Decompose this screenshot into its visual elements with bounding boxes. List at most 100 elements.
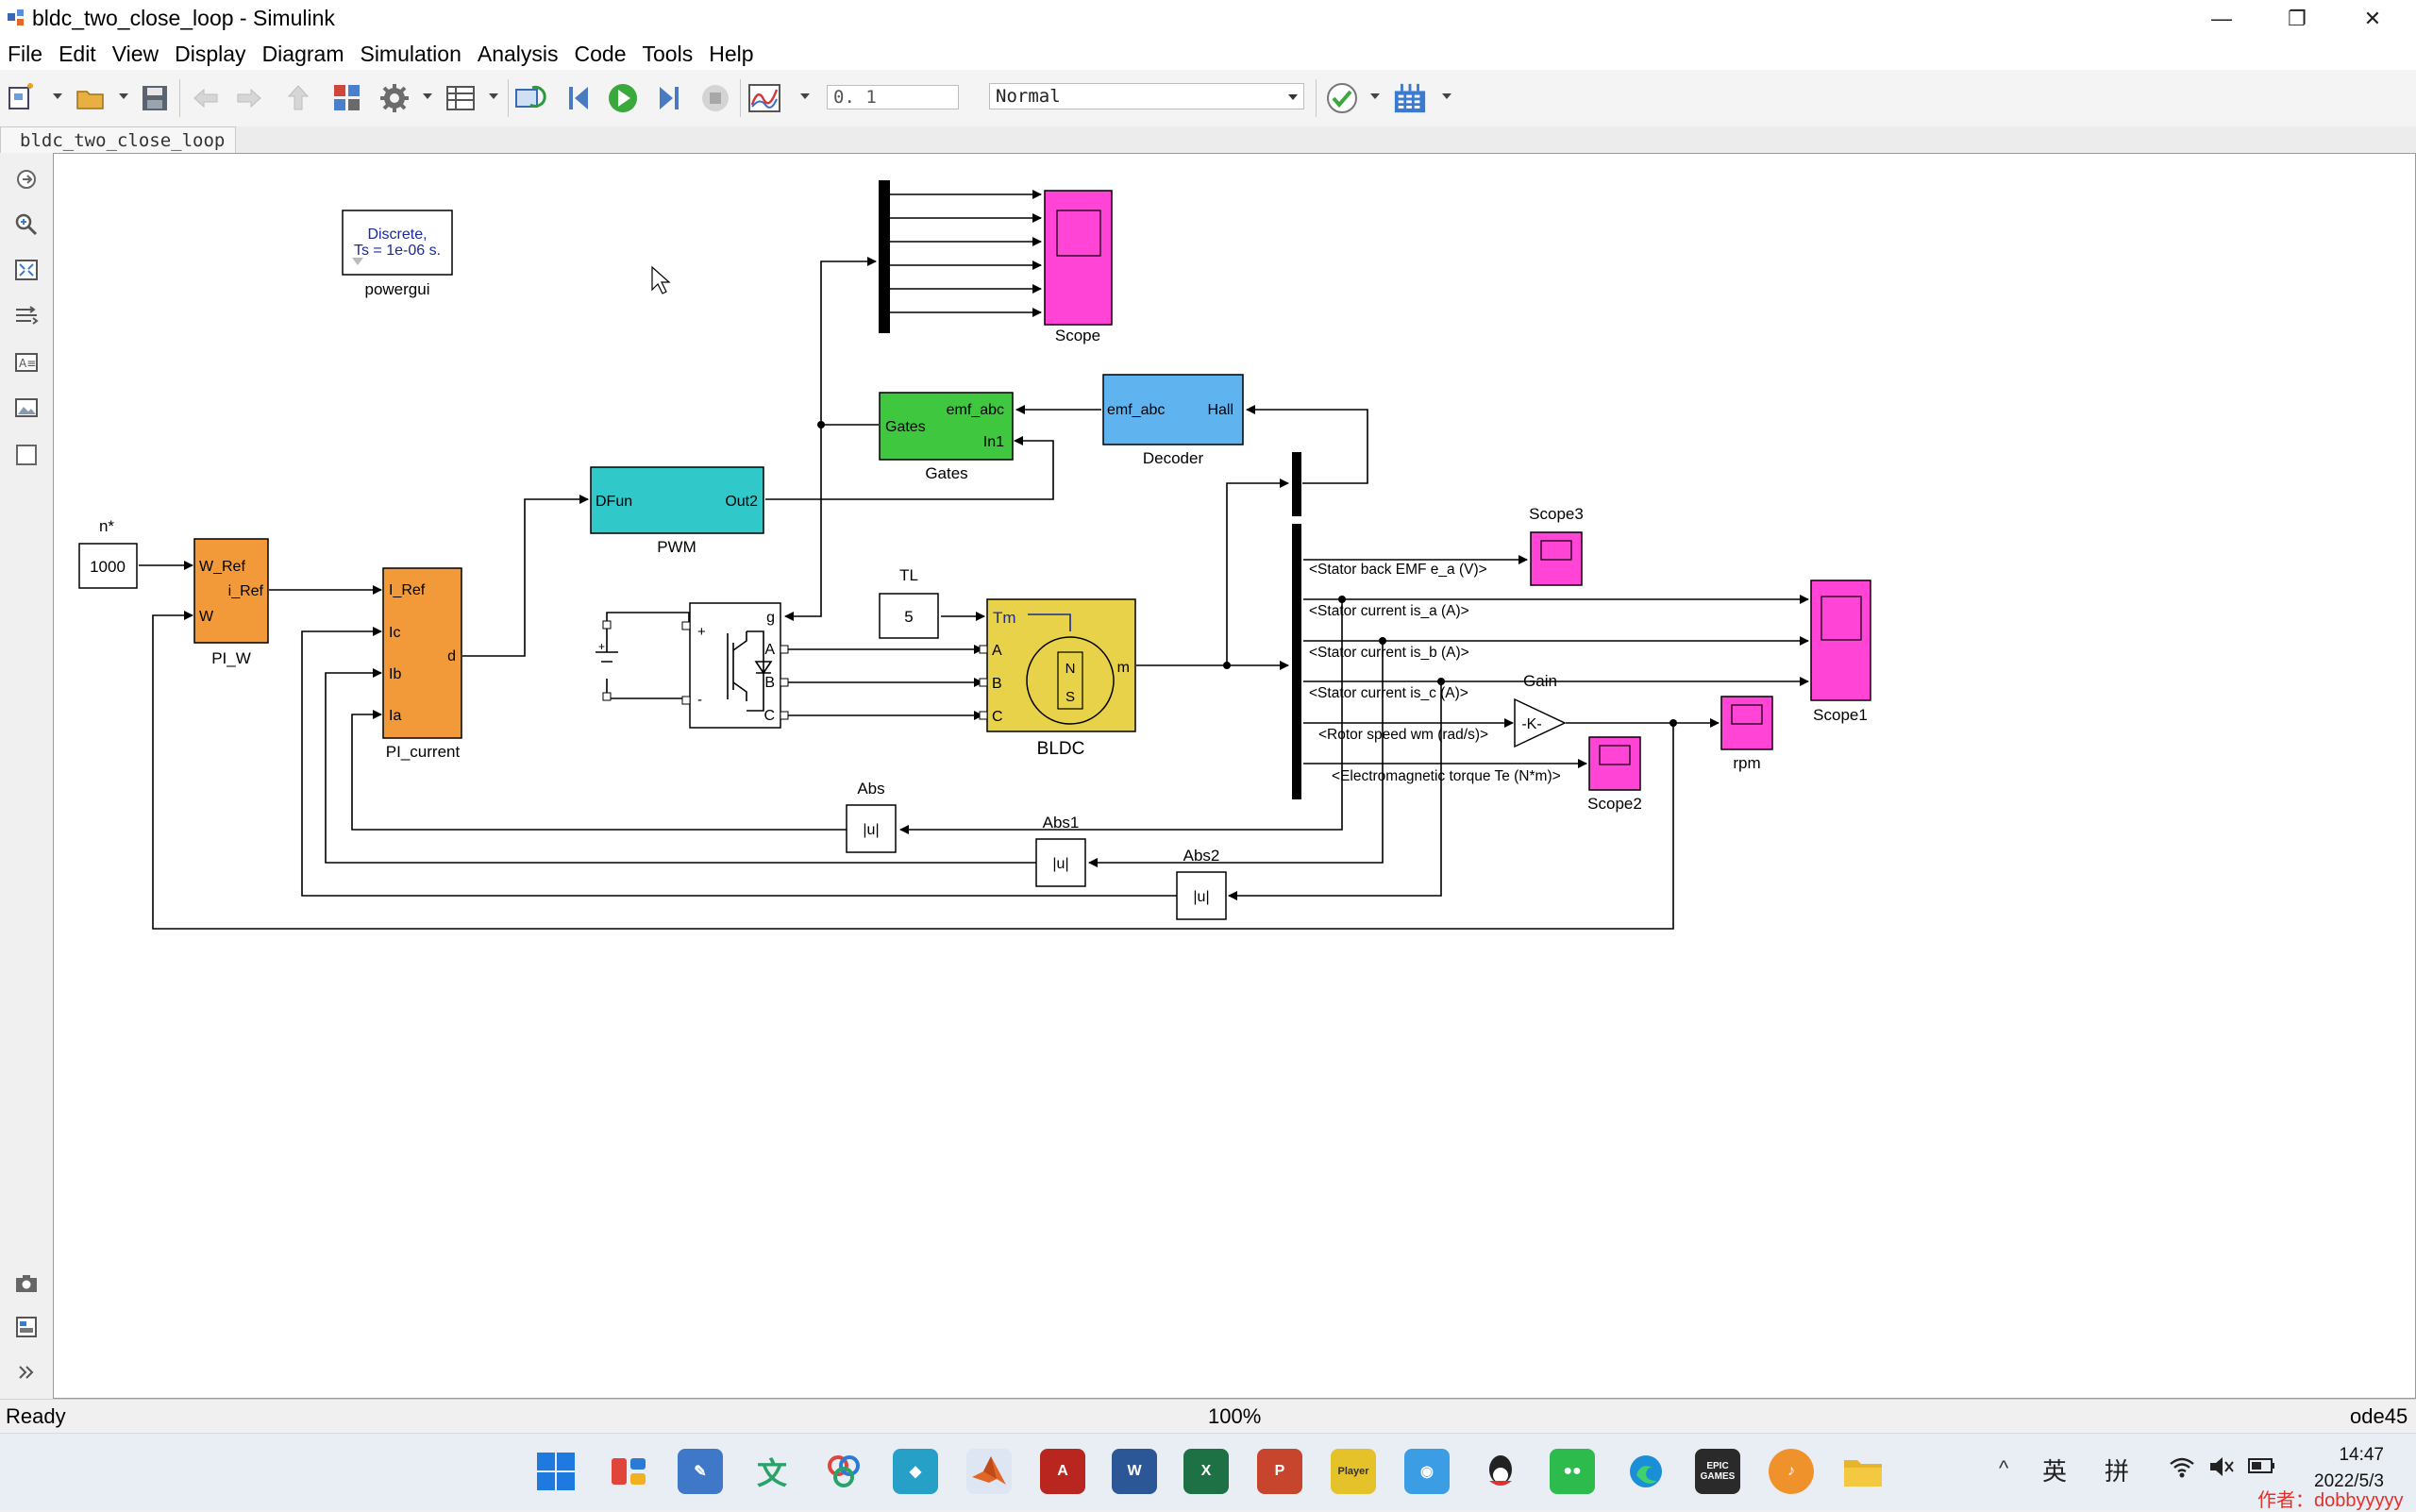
build-dropdown-icon[interactable]	[1442, 93, 1451, 99]
run-icon[interactable]	[606, 81, 640, 115]
network-app-icon[interactable]	[821, 1449, 866, 1494]
screenshot-camera-icon[interactable]	[13, 1270, 40, 1297]
audio-app-icon[interactable]: ♪	[1769, 1449, 1814, 1494]
new-dropdown-icon[interactable]	[53, 93, 62, 99]
pi-current-block[interactable]: I_Ref Ic Ib Ia d PI_current	[382, 567, 462, 761]
abs-block[interactable]: Abs |u|	[846, 780, 897, 853]
model-explorer-icon[interactable]	[444, 81, 478, 115]
maximize-button[interactable]: ❐	[2259, 0, 2335, 38]
stop-time-input[interactable]: 0. 1	[827, 85, 959, 109]
matlab-icon[interactable]	[966, 1449, 1012, 1494]
file-explorer-icon[interactable]	[1840, 1449, 1886, 1494]
universal-bridge-block[interactable]: + - g A B C	[681, 602, 789, 729]
build-model-icon[interactable]	[1393, 81, 1427, 115]
menu-code[interactable]: Code	[567, 42, 635, 67]
translator-icon[interactable]: 文	[749, 1449, 795, 1494]
block-diagram[interactable]: Discrete, Ts = 1e-06 s. powergui Scope G…	[54, 154, 2416, 1399]
ime-pinyin-indicator[interactable]: 拼	[2105, 1453, 2129, 1487]
load-torque-constant[interactable]: TL 5	[879, 566, 939, 639]
gates-block[interactable]: Gates emf_abc In1 Gates	[879, 392, 1014, 482]
solver-name[interactable]: ode45	[2350, 1404, 2408, 1429]
menu-simulation[interactable]: Simulation	[352, 42, 469, 67]
menu-display[interactable]: Display	[167, 42, 254, 67]
model-browser-icon[interactable]	[13, 1314, 40, 1340]
library-browser-icon[interactable]	[330, 81, 364, 115]
drawing-app-icon[interactable]: ✎	[678, 1449, 723, 1494]
minimize-button[interactable]: —	[2184, 0, 2259, 38]
update-diagram-icon[interactable]	[513, 81, 547, 115]
advisor-dropdown-icon[interactable]	[1370, 93, 1380, 99]
powergui-block[interactable]: Discrete, Ts = 1e-06 s. powergui	[342, 210, 453, 298]
pwm-block[interactable]: DFun Out2 PWM	[590, 466, 764, 556]
explorer-dropdown-icon[interactable]	[489, 93, 498, 99]
abs1-block[interactable]: Abs1 |u|	[1035, 814, 1086, 887]
model-advisor-check-icon[interactable]	[1325, 81, 1359, 115]
zoom-icon[interactable]	[13, 211, 40, 238]
up-arrow-icon[interactable]	[281, 81, 315, 115]
acrobat-icon[interactable]: A	[1040, 1449, 1085, 1494]
new-model-icon[interactable]	[6, 81, 40, 115]
menu-edit[interactable]: Edit	[51, 42, 105, 67]
scope1-block[interactable]: Scope1	[1810, 580, 1871, 724]
step-back-icon[interactable]	[562, 81, 596, 115]
back-arrow-icon[interactable]	[189, 81, 223, 115]
qq-icon[interactable]	[1478, 1449, 1523, 1494]
wifi-icon[interactable]	[2169, 1454, 2195, 1484]
open-dropdown-icon[interactable]	[119, 93, 128, 99]
pi-w-block[interactable]: W_Ref i_Ref W PI_W	[193, 538, 269, 667]
open-folder-icon[interactable]	[74, 81, 108, 115]
rpm-scope-block[interactable]: rpm	[1720, 696, 1773, 772]
tab-bldc-two-close-loop[interactable]: bldc_two_close_loop	[0, 126, 236, 153]
image-icon[interactable]	[13, 395, 40, 421]
save-icon[interactable]	[138, 81, 172, 115]
menu-file[interactable]: File	[0, 42, 51, 67]
gain-block[interactable]: Gain -K-	[1514, 672, 1567, 748]
bldc-motor-block[interactable]: Tm A B C m N S BLDC	[979, 598, 1136, 759]
clock-time[interactable]: 14:47	[2322, 1445, 2384, 1466]
powerpoint-icon[interactable]: P	[1257, 1449, 1302, 1494]
abs2-block[interactable]: Abs2 |u|	[1176, 847, 1227, 920]
stop-icon[interactable]	[698, 81, 732, 115]
tray-overflow-chevron-icon[interactable]: ^	[1999, 1456, 2008, 1481]
menu-view[interactable]: View	[105, 42, 167, 67]
area-icon[interactable]	[13, 442, 40, 468]
player-icon[interactable]: Player	[1331, 1449, 1376, 1494]
menu-help[interactable]: Help	[701, 42, 762, 67]
battery-icon[interactable]	[2248, 1456, 2276, 1480]
start-button[interactable]	[533, 1449, 579, 1494]
hall-selector-bar[interactable]	[1292, 452, 1301, 516]
menu-diagram[interactable]: Diagram	[255, 42, 353, 67]
simulation-mode-select[interactable]: Normal	[989, 83, 1304, 109]
ime-english-indicator[interactable]: 英	[2042, 1453, 2067, 1487]
cube-app-icon[interactable]: ◆	[893, 1449, 938, 1494]
decoder-block[interactable]: emf_abc Hall Decoder	[1102, 374, 1244, 467]
scope3-block[interactable]: Scope3	[1529, 505, 1584, 586]
route-lines-icon[interactable]	[13, 302, 40, 328]
excel-icon[interactable]: X	[1183, 1449, 1229, 1494]
speed-reference-constant[interactable]: n* 1000	[78, 517, 138, 589]
fit-to-view-icon[interactable]	[13, 257, 40, 283]
scope-block[interactable]: Scope	[1044, 190, 1113, 344]
volume-muted-icon[interactable]	[2208, 1454, 2235, 1484]
bird-app-icon[interactable]: ◉	[1404, 1449, 1450, 1494]
inspector-dropdown-icon[interactable]	[800, 93, 810, 99]
hide-show-browser-icon[interactable]	[13, 166, 40, 193]
scope2-block[interactable]: Scope2	[1587, 736, 1642, 813]
widgets-icon[interactable]	[606, 1449, 651, 1494]
edge-icon[interactable]	[1623, 1449, 1669, 1494]
measurement-bus-selector[interactable]	[1292, 524, 1301, 799]
scope-mux[interactable]	[879, 180, 890, 333]
annotation-icon[interactable]: A≡	[13, 349, 40, 376]
forward-arrow-icon[interactable]	[232, 81, 266, 115]
step-forward-icon[interactable]	[651, 81, 685, 115]
model-settings-gear-icon[interactable]	[378, 81, 411, 115]
menu-analysis[interactable]: Analysis	[470, 42, 567, 67]
simulation-data-inspector-icon[interactable]	[747, 81, 781, 115]
epic-games-icon[interactable]: EPIC GAMES	[1695, 1449, 1740, 1494]
settings-dropdown-icon[interactable]	[423, 93, 432, 99]
wechat-icon[interactable]: ●●	[1550, 1449, 1595, 1494]
close-button[interactable]: ✕	[2335, 0, 2410, 38]
expand-palette-icon[interactable]	[13, 1359, 40, 1386]
menu-tools[interactable]: Tools	[635, 42, 702, 67]
word-icon[interactable]: W	[1112, 1449, 1157, 1494]
